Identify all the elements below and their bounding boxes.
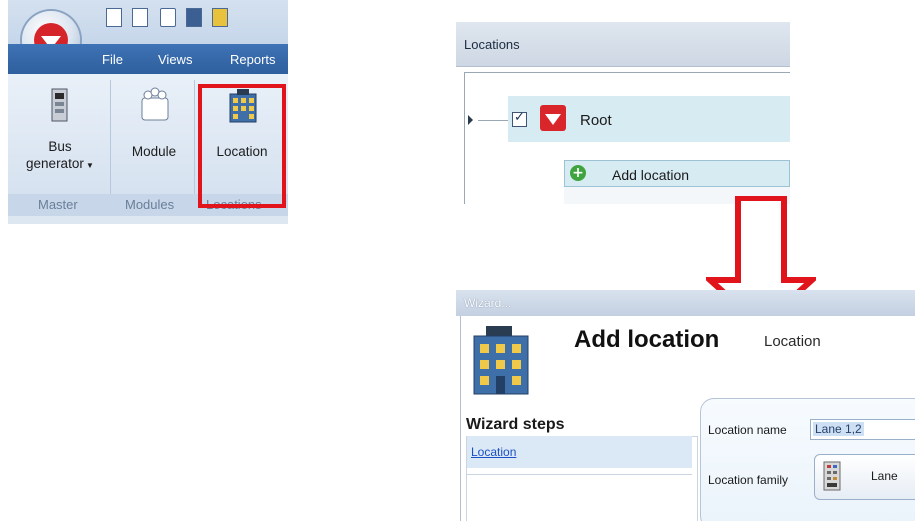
wizard-title: Wizard... (464, 296, 512, 310)
bus-generator-button[interactable]: Bus generator ▼ (20, 84, 100, 184)
location-name-input[interactable]: Lane 1,2 (810, 419, 915, 440)
module-button[interactable]: Module (114, 84, 194, 184)
open-file-icon[interactable] (132, 8, 148, 27)
list-divider (467, 474, 692, 475)
module-label: Module (131, 144, 177, 159)
wizard-title-bar: Wizard... (456, 290, 915, 316)
ribbon-menu-bar: File Views Reports (8, 44, 288, 74)
wizard-window: Wizard... Add location Location Wizard s… (456, 290, 915, 521)
dropdown-arrow-icon: ▼ (83, 161, 94, 170)
locations-title: Locations (464, 37, 520, 52)
tree-border (465, 72, 790, 73)
wizard-step-location-link[interactable]: Location (471, 445, 516, 459)
wizard-subheading: Location (764, 333, 821, 350)
root-label: Root (580, 112, 612, 129)
edit-icon[interactable] (212, 8, 228, 27)
lane-icon (823, 461, 841, 491)
location-name-label: Location name (708, 423, 787, 437)
location-highlight-box (198, 84, 286, 208)
building-icon (473, 326, 529, 395)
menu-reports[interactable]: Reports (230, 52, 276, 67)
window-border (460, 316, 461, 521)
locations-panel: Locations Root + Add location (456, 22, 790, 204)
wizard-steps-title: Wizard steps (466, 416, 565, 433)
location-family-selector[interactable]: Lane (814, 454, 915, 500)
locations-title-bar: Locations (456, 22, 790, 67)
add-location-label: Add location (612, 167, 690, 183)
location-family-label: Location family (708, 473, 789, 487)
tree-border (464, 72, 465, 204)
location-name-value: Lane 1,2 (813, 422, 864, 436)
tree-line (478, 120, 510, 121)
generator-label: generator (26, 156, 84, 171)
menu-file[interactable]: File (102, 52, 123, 67)
group-modules: Modules (125, 197, 175, 212)
group-master: Master (38, 197, 78, 212)
save-icon[interactable] (186, 8, 202, 27)
menu-views[interactable]: Views (158, 52, 192, 67)
print-icon[interactable] (160, 8, 176, 27)
wizard-heading: Add location (574, 326, 720, 353)
root-checkbox[interactable] (512, 110, 527, 127)
module-icon (141, 87, 169, 121)
location-family-value: Lane (871, 469, 898, 483)
ribbon-panel: File Views Reports Bus generator ▼ Modul… (8, 0, 288, 224)
brand-logo-icon (540, 105, 566, 131)
bus-generator-icon (51, 88, 68, 122)
bus-label: Bus (48, 139, 72, 154)
expand-arrow-icon[interactable] (468, 115, 473, 125)
new-file-icon[interactable] (106, 8, 122, 27)
add-icon: + (570, 165, 586, 181)
